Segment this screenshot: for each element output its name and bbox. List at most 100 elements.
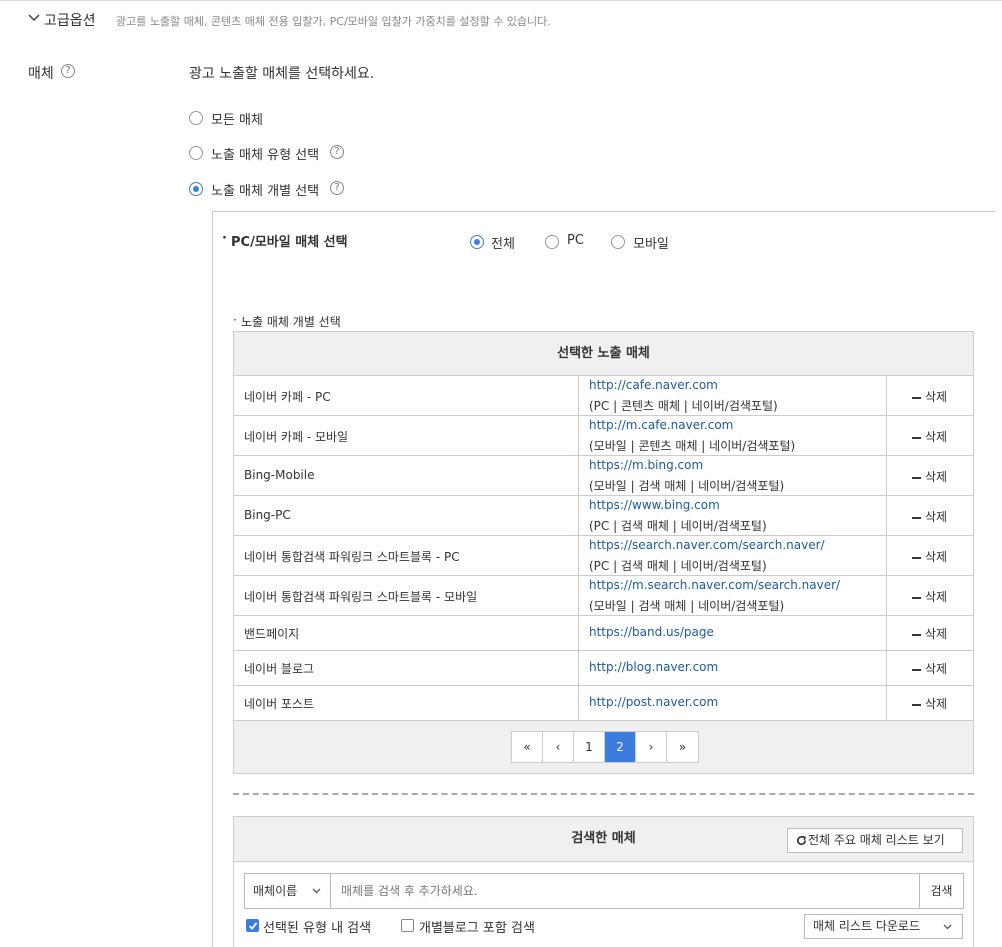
delete-button[interactable]: 삭제 — [886, 388, 973, 405]
refresh-icon — [797, 835, 807, 845]
table-row: 네이버 카페 - 모바일 http://m.cafe.naver.com (모바… — [234, 416, 973, 456]
first-page-button[interactable]: « — [512, 732, 543, 762]
chevron-down-icon — [28, 14, 40, 22]
radio-media-individual[interactable] — [189, 182, 203, 196]
media-url[interactable]: http://m.cafe.naver.com — [589, 418, 733, 432]
radio-device-mobile[interactable] — [611, 235, 625, 249]
minus-icon — [911, 668, 921, 671]
media-name: 네이버 통합검색 파워링크 스마트블록 - 모바일 — [244, 590, 478, 604]
individual-select-title: 노출 매체 개별 선택 — [241, 315, 341, 329]
media-name: 네이버 통합검색 파워링크 스마트블록 - PC — [244, 550, 460, 564]
help-icon[interactable]: ? — [330, 181, 344, 195]
minus-icon — [911, 703, 921, 706]
media-url[interactable]: https://m.bing.com — [589, 458, 703, 472]
delete-button[interactable]: 삭제 — [886, 508, 973, 525]
minus-icon — [911, 516, 921, 519]
delete-button[interactable]: 삭제 — [886, 625, 973, 642]
prev-page-button[interactable]: ‹ — [543, 732, 574, 762]
media-detail: (모바일 | 검색 매체 | 네이버/검색포털) — [589, 599, 785, 613]
chevron-down-icon — [943, 924, 952, 930]
checkbox-search-in-type[interactable] — [246, 919, 259, 932]
media-url[interactable]: https://www.bing.com — [589, 498, 720, 512]
media-url-cell: https://m.bing.com (모바일 | 검색 매체 | 네이버/검색… — [578, 456, 887, 495]
advanced-options-header[interactable]: 고급옵션 광고를 노출할 매체, 콘텐츠 매체 전용 입찰가, PC/모바일 입… — [0, 0, 1002, 38]
radio-all-media-label[interactable]: 모든 매체 — [211, 109, 263, 128]
media-url[interactable]: http://cafe.naver.com — [589, 378, 718, 392]
media-detail: (PC | 검색 매체 | 네이버/검색포털) — [589, 559, 767, 573]
minus-icon — [911, 436, 921, 439]
next-page-button[interactable]: › — [636, 732, 667, 762]
media-search-input[interactable]: 매체를 검색 후 추가하세요. — [330, 873, 920, 909]
radio-device-pc-label[interactable]: PC — [567, 233, 584, 248]
searched-media-box: 검색한 매체 전체 주요 매체 리스트 보기 매체이름 매체를 검색 후 추가하… — [233, 816, 974, 947]
radio-device-all-label[interactable]: 전체 — [491, 233, 515, 252]
last-page-button[interactable]: » — [667, 732, 698, 762]
media-name: 네이버 카페 - PC — [244, 390, 331, 404]
radio-device-mobile-label[interactable]: 모바일 — [633, 233, 669, 252]
checkbox-search-in-type-label[interactable]: 선택된 유형 내 검색 — [263, 917, 371, 936]
media-name: Bing-Mobile — [244, 468, 315, 482]
media-label: 매체 — [28, 66, 54, 82]
advanced-options-title: 고급옵션 — [44, 13, 96, 29]
delete-button[interactable]: 삭제 — [886, 695, 973, 712]
selected-media-table: 선택한 노출 매체 네이버 카페 - PC http://cafe.naver.… — [233, 331, 974, 774]
delete-button[interactable]: 삭제 — [886, 468, 973, 485]
media-url-cell: https://www.bing.com (PC | 검색 매체 | 네이버/검… — [578, 496, 887, 535]
table-row: 네이버 카페 - PC http://cafe.naver.com (PC | … — [234, 376, 973, 416]
media-name: 네이버 블로그 — [244, 662, 315, 676]
media-detail: (모바일 | 검색 매체 | 네이버/검색포털) — [589, 479, 785, 493]
media-instruction: 광고 노출할 매체를 선택하세요. — [189, 66, 375, 82]
pagination: « ‹ 1 2 › » — [511, 731, 699, 763]
media-url-cell: http://m.cafe.naver.com (모바일 | 콘텐츠 매체 | … — [578, 416, 887, 455]
bullet-dot: · — [233, 313, 237, 327]
radio-media-type-label[interactable]: 노출 매체 유형 선택 — [211, 144, 319, 163]
minus-icon — [911, 396, 921, 399]
delete-button[interactable]: 삭제 — [886, 428, 973, 445]
media-url-cell: http://blog.naver.com — [578, 651, 887, 685]
minus-icon — [911, 596, 921, 599]
table-row: 네이버 포스트 http://post.naver.com 삭제 — [234, 686, 973, 721]
device-select-title: PC/모바일 매체 선택 — [231, 235, 348, 250]
chevron-down-icon — [312, 888, 321, 894]
radio-media-type[interactable] — [189, 146, 203, 160]
media-url[interactable]: https://m.search.naver.com/search.naver/ — [589, 578, 840, 592]
table-row: Bing-PC https://www.bing.com (PC | 검색 매체… — [234, 496, 973, 536]
searched-media-body: 매체이름 매체를 검색 후 추가하세요. 검색 선택된 유형 내 검색 개별블로… — [234, 862, 973, 947]
radio-media-individual-label[interactable]: 노출 매체 개별 선택 — [211, 180, 319, 199]
radio-all-media[interactable] — [189, 111, 203, 125]
table-row: 네이버 통합검색 파워링크 스마트블록 - PC https://search.… — [234, 536, 973, 576]
media-name: Bing-PC — [244, 508, 291, 522]
advanced-options-description: 광고를 노출할 매체, 콘텐츠 매체 전용 입찰가, PC/모바일 입찰가 가중… — [116, 15, 551, 28]
media-url-cell: http://post.naver.com — [578, 686, 887, 720]
search-field-select[interactable]: 매체이름 — [244, 873, 331, 909]
media-url-cell: http://cafe.naver.com (PC | 콘텐츠 매체 | 네이버… — [578, 376, 887, 415]
delete-button[interactable]: 삭제 — [886, 548, 973, 565]
help-icon[interactable]: ? — [61, 64, 75, 78]
checkbox-include-blog[interactable] — [401, 919, 414, 932]
view-all-media-button[interactable]: 전체 주요 매체 리스트 보기 — [787, 828, 963, 853]
search-button[interactable]: 검색 — [919, 873, 964, 909]
media-detail: (PC | 검색 매체 | 네이버/검색포털) — [589, 519, 767, 533]
table-row: 네이버 통합검색 파워링크 스마트블록 - 모바일 https://m.sear… — [234, 576, 973, 616]
media-detail: (PC | 콘텐츠 매체 | 네이버/검색포털) — [589, 399, 778, 413]
media-list-download-button[interactable]: 매체 리스트 다운로드 — [804, 914, 963, 939]
delete-button[interactable]: 삭제 — [886, 588, 973, 605]
media-url[interactable]: https://band.us/page — [589, 625, 714, 639]
media-name: 밴드페이지 — [244, 627, 300, 641]
radio-device-all[interactable] — [470, 235, 484, 249]
page-button-1[interactable]: 1 — [574, 732, 605, 762]
table-row: 네이버 블로그 http://blog.naver.com 삭제 — [234, 651, 973, 686]
media-url[interactable]: https://search.naver.com/search.naver/ — [589, 538, 825, 552]
media-name: 네이버 카페 - 모바일 — [244, 430, 349, 444]
media-url[interactable]: http://post.naver.com — [589, 695, 718, 709]
table-header: 선택한 노출 매체 — [234, 332, 973, 376]
media-url-cell: https://band.us/page — [578, 616, 887, 650]
checkbox-include-blog-label[interactable]: 개별블로그 포함 검색 — [419, 917, 535, 936]
help-icon[interactable]: ? — [330, 145, 344, 159]
delete-button[interactable]: 삭제 — [886, 660, 973, 677]
table-row: Bing-Mobile https://m.bing.com (모바일 | 검색… — [234, 456, 973, 496]
bullet-dot: · — [222, 231, 227, 246]
page-button-2[interactable]: 2 — [605, 732, 636, 762]
radio-device-pc[interactable] — [545, 235, 559, 249]
media-url[interactable]: http://blog.naver.com — [589, 660, 718, 674]
